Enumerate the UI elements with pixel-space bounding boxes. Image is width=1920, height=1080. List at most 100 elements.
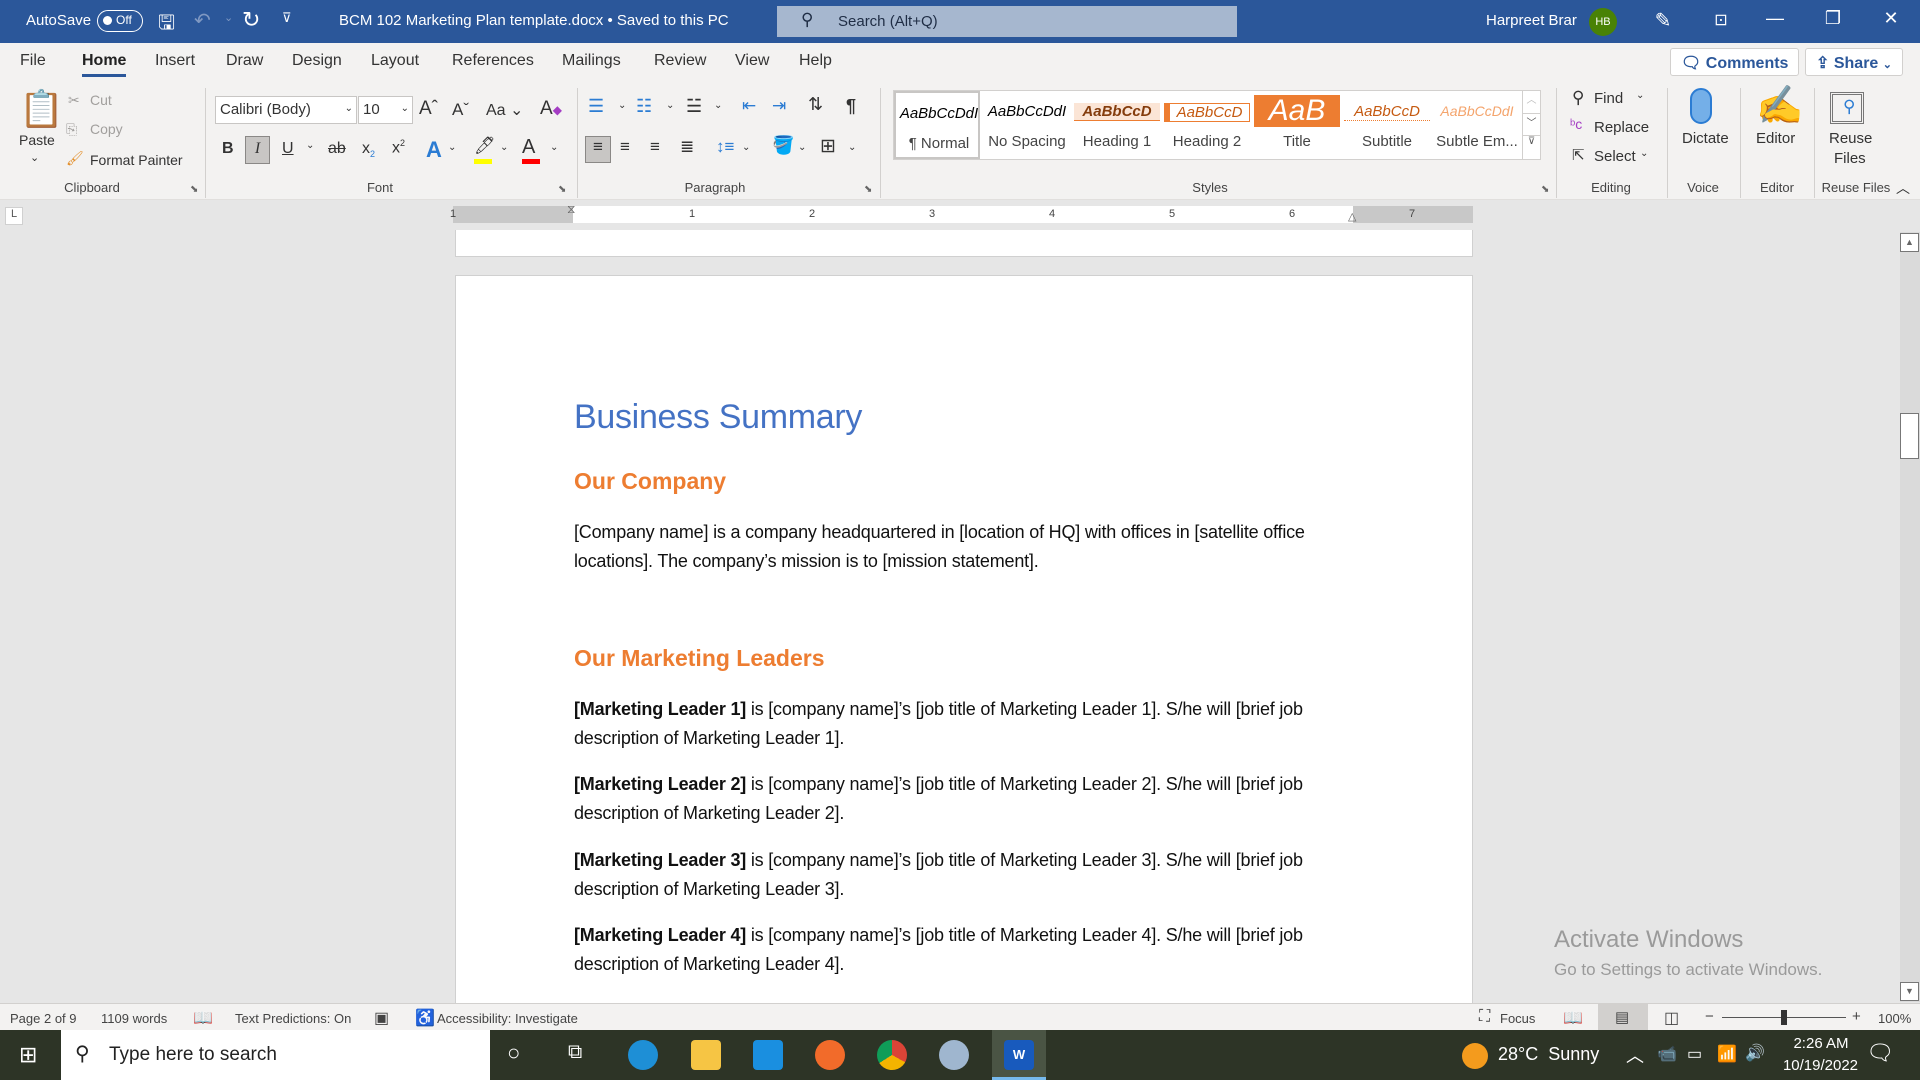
undo-icon[interactable]: ↶ — [194, 8, 211, 33]
text-effects-icon[interactable]: A — [426, 137, 442, 163]
taskbar-search[interactable]: ⚲ Type here to search — [61, 1030, 490, 1080]
chevron-down-icon[interactable]: ⌄ — [848, 142, 856, 153]
accessibility-status[interactable]: Accessibility: Investigate — [437, 1011, 578, 1026]
chevron-down-icon[interactable]: ⌄ — [666, 100, 674, 111]
meet-now-icon[interactable]: 📹 — [1657, 1044, 1677, 1064]
zoom-level[interactable]: 100% — [1878, 1011, 1911, 1026]
cut-button[interactable]: Cut — [90, 92, 112, 108]
styles-scroll-up-icon[interactable]: ︿ — [1523, 91, 1540, 113]
chevron-down-icon[interactable]: ⌄ — [550, 142, 558, 153]
word-taskbar-button[interactable]: W — [992, 1030, 1046, 1080]
clipboard-launcher-icon[interactable]: ⬊ — [190, 184, 198, 195]
edge-icon[interactable] — [628, 1040, 658, 1070]
text-predictions[interactable]: Text Predictions: On — [235, 1011, 351, 1026]
tab-home[interactable]: Home — [82, 52, 127, 77]
font-name-select[interactable]: Calibri (Body) ⌄ — [215, 96, 357, 124]
align-right-icon[interactable]: ≡ — [650, 137, 660, 157]
autosave-toggle[interactable]: Off — [97, 10, 143, 32]
font-color-icon[interactable]: A — [522, 136, 535, 159]
show-hidden-icons-icon[interactable]: ︿ — [1626, 1042, 1644, 1068]
chevron-down-icon[interactable]: ⌄ — [1640, 148, 1648, 159]
justify-icon[interactable]: ≣ — [680, 137, 694, 157]
font-size-select[interactable]: 10 ⌄ — [358, 96, 413, 124]
collapse-ribbon-icon[interactable]: ︿ — [1896, 178, 1910, 198]
clock-date[interactable]: 10/19/2022 — [1773, 1057, 1868, 1074]
find-button[interactable]: Find — [1594, 90, 1623, 107]
superscript-icon[interactable]: x2 — [392, 138, 405, 157]
accessibility-icon[interactable]: ♿ — [415, 1008, 435, 1028]
weather-text[interactable]: 28°C Sunny — [1498, 1044, 1599, 1065]
first-line-indent-marker[interactable]: ⧖ — [567, 202, 575, 217]
tab-draw[interactable]: Draw — [226, 52, 263, 70]
paste-dropdown-icon[interactable]: ⌄ — [30, 151, 39, 164]
tab-design[interactable]: Design — [292, 52, 342, 70]
paste-icon[interactable]: 📋 — [19, 88, 64, 130]
close-icon[interactable]: ✕ — [1876, 8, 1906, 29]
word-count[interactable]: 1109 words — [101, 1011, 167, 1026]
notifications-icon[interactable]: 🗨 — [1866, 1040, 1894, 1066]
sort-icon[interactable]: ⇅ — [808, 94, 823, 115]
shrink-font-icon[interactable]: Aˇ — [452, 100, 469, 120]
clear-formatting-icon[interactable]: A◆ — [540, 98, 562, 120]
read-mode-icon[interactable]: 📖 — [1563, 1008, 1583, 1028]
wifi-icon[interactable]: 📶 — [1717, 1044, 1737, 1064]
reuse-files-button-line1[interactable]: Reuse — [1829, 130, 1872, 147]
style-subtitle[interactable]: AaBbCcD Subtitle — [1344, 91, 1430, 159]
paste-button[interactable]: Paste — [19, 132, 55, 148]
cortana-icon[interactable]: ○ — [507, 1040, 520, 1066]
editor-button[interactable]: Editor — [1756, 130, 1795, 147]
macro-recording-icon[interactable]: ▣ — [374, 1008, 389, 1028]
vertical-scrollbar[interactable]: ▲ ▼ — [1900, 232, 1920, 1002]
safari-icon[interactable] — [939, 1040, 969, 1070]
multilevel-list-icon[interactable]: ☱ — [686, 96, 702, 117]
style-subtle-emphasis[interactable]: AaBbCcDdI Subtle Em... — [1434, 91, 1520, 159]
styles-more-icon[interactable]: ⊽ — [1523, 135, 1540, 157]
zoom-out-button[interactable]: − — [1705, 1008, 1714, 1025]
style-title[interactable]: AaB Title — [1254, 91, 1340, 159]
bullets-icon[interactable]: ☰ — [588, 96, 604, 117]
chevron-down-icon[interactable]: ⌄ — [500, 142, 508, 153]
zoom-in-button[interactable]: + — [1852, 1008, 1861, 1025]
highlight-icon[interactable]: 🖊 — [474, 136, 496, 156]
scrollbar-thumb[interactable] — [1900, 413, 1919, 459]
chevron-down-icon[interactable]: ⌄ — [1636, 90, 1644, 101]
microphone-icon[interactable] — [1690, 88, 1712, 124]
underline-icon[interactable]: U — [282, 140, 294, 158]
borders-icon[interactable]: ⊞ — [820, 135, 836, 158]
chevron-down-icon[interactable]: ⌄ — [618, 100, 626, 111]
save-icon[interactable]: 🖫 — [158, 8, 175, 42]
tab-layout[interactable]: Layout — [371, 52, 419, 70]
chevron-down-icon[interactable]: ⌄ — [448, 142, 456, 153]
styles-launcher-icon[interactable]: ⬊ — [1541, 184, 1549, 195]
numbering-icon[interactable]: ☷ — [636, 96, 652, 117]
italic-icon[interactable]: I — [245, 136, 270, 164]
proofing-icon[interactable]: 📖 — [193, 1008, 213, 1028]
share-button[interactable]: ⇪ Share ⌄ — [1805, 48, 1903, 76]
tab-file[interactable]: File — [20, 52, 46, 70]
clock-time[interactable]: 2:26 AM — [1786, 1035, 1856, 1052]
grow-font-icon[interactable]: Aˆ — [419, 98, 438, 120]
select-button[interactable]: Select — [1594, 148, 1636, 165]
tab-help[interactable]: Help — [799, 52, 832, 70]
chrome-icon[interactable] — [877, 1040, 907, 1070]
page-indicator[interactable]: Page 2 of 9 — [10, 1011, 77, 1026]
scroll-down-icon[interactable]: ▼ — [1900, 982, 1919, 1001]
line-spacing-icon[interactable]: ↕≡ — [716, 137, 734, 157]
undo-dropdown-icon[interactable]: ⌄ — [224, 11, 233, 24]
underline-dropdown-icon[interactable]: ⌄ — [306, 140, 314, 151]
style-heading-1[interactable]: AaBbCcD Heading 1 — [1074, 91, 1160, 159]
replace-button[interactable]: Replace — [1594, 119, 1649, 136]
search-box[interactable]: ⚲ Search (Alt+Q) — [777, 6, 1237, 37]
tab-view[interactable]: View — [735, 52, 769, 70]
print-layout-button[interactable]: ▤ — [1598, 1004, 1648, 1031]
tab-review[interactable]: Review — [654, 52, 706, 70]
copy-button[interactable]: Copy — [90, 121, 123, 137]
decrease-indent-icon[interactable]: ⇤ — [742, 96, 756, 116]
tab-mailings[interactable]: Mailings — [562, 52, 621, 70]
redo-icon[interactable]: ↻ — [242, 7, 260, 33]
strikethrough-icon[interactable]: ab — [328, 140, 346, 158]
scroll-up-icon[interactable]: ▲ — [1900, 233, 1919, 252]
customize-quick-access-icon[interactable]: ⊽ — [282, 10, 292, 26]
editor-icon[interactable]: ✍ — [1756, 84, 1803, 128]
styles-scroll-down-icon[interactable]: ﹀ — [1523, 113, 1540, 135]
